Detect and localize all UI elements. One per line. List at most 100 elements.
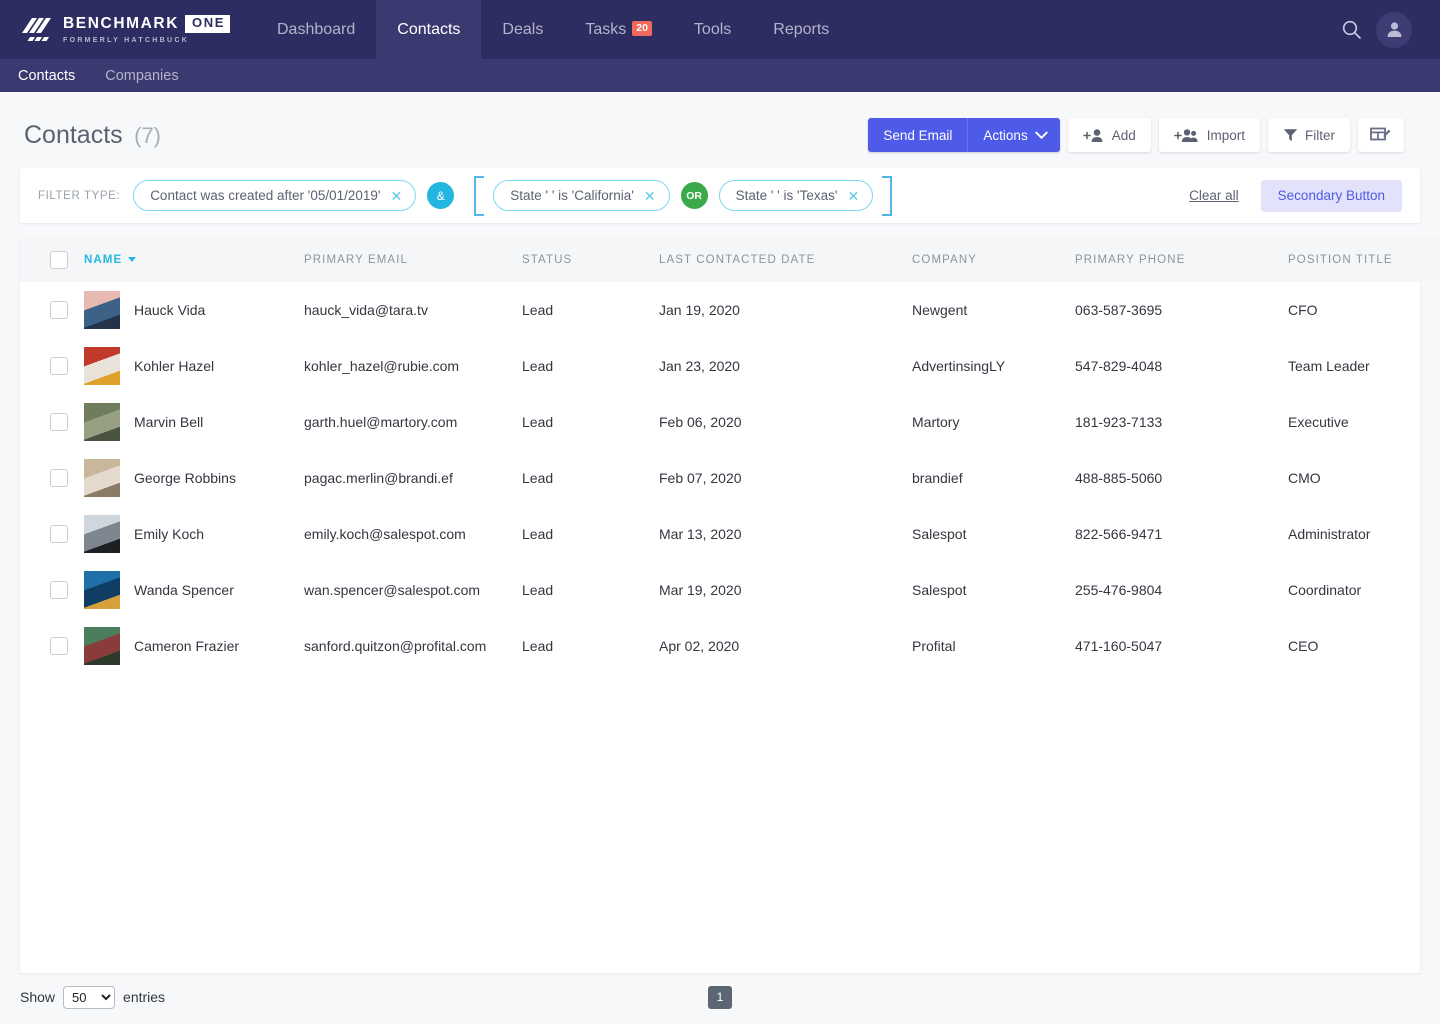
cell-primary-phone: 822-566-9471 (1075, 506, 1288, 562)
cell-status: Lead (522, 562, 659, 618)
nav-item-contacts[interactable]: Contacts (376, 0, 481, 59)
filter-chip-state-texas[interactable]: State ' ' is 'Texas' ✕ (719, 180, 874, 211)
row-checkbox[interactable] (50, 469, 68, 487)
cell-position-title: CEO (1288, 618, 1440, 674)
page-title: Contacts (24, 121, 123, 149)
filter-chip-state-california[interactable]: State ' ' is 'California' ✕ (493, 180, 669, 211)
operator-and-badge[interactable]: & (427, 182, 454, 209)
tasks-count-badge: 20 (632, 21, 652, 36)
close-icon[interactable]: ✕ (847, 189, 859, 203)
cell-primary-email: hauck_vida@tara.tv (304, 282, 522, 338)
clear-all-link[interactable]: Clear all (1189, 188, 1239, 203)
header-label: NAME (84, 254, 122, 266)
cell-company: brandief (912, 450, 1075, 506)
cell-name: Emily Koch (84, 506, 304, 562)
contact-name[interactable]: Kohler Hazel (134, 358, 214, 374)
cell-status: Lead (522, 450, 659, 506)
brand-product: ONE (185, 15, 230, 32)
row-checkbox[interactable] (50, 413, 68, 431)
send-email-button[interactable]: Send Email (868, 118, 967, 152)
contact-avatar (84, 347, 120, 385)
chip-text: Contact was created after '05/01/2019' (150, 188, 380, 203)
cell-position-title: CFO (1288, 282, 1440, 338)
table-row[interactable]: Hauck Vidahauck_vida@tara.tvLeadJan 19, … (20, 282, 1440, 338)
subnav-item-companies[interactable]: Companies (105, 68, 178, 84)
cell-position-title: Coordinator (1288, 562, 1440, 618)
nav-item-dashboard[interactable]: Dashboard (256, 0, 376, 59)
row-checkbox[interactable] (50, 581, 68, 599)
cell-status: Lead (522, 506, 659, 562)
row-checkbox[interactable] (50, 301, 68, 319)
row-select-cell (20, 338, 84, 394)
cell-primary-phone: 063-587-3695 (1075, 282, 1288, 338)
cell-primary-email: wan.spencer@salespot.com (304, 562, 522, 618)
add-contact-button[interactable]: Add (1068, 118, 1151, 152)
table-row[interactable]: Cameron Fraziersanford.quitzon@profital.… (20, 618, 1440, 674)
send-email-actions-group: Send Email Actions (868, 118, 1059, 152)
cell-position-title: CMO (1288, 450, 1440, 506)
table-row[interactable]: Kohler Hazelkohler_hazel@rubie.comLeadJa… (20, 338, 1440, 394)
import-label: Import (1207, 128, 1245, 143)
edit-columns-button[interactable] (1358, 118, 1404, 152)
contact-name[interactable]: Hauck Vida (134, 302, 205, 318)
filter-chip-created-after[interactable]: Contact was created after '05/01/2019' ✕ (133, 180, 416, 211)
contact-avatar (84, 571, 120, 609)
add-label: Add (1112, 128, 1136, 143)
table-row[interactable]: Marvin Bellgarth.huel@martory.comLeadFeb… (20, 394, 1440, 450)
secondary-button[interactable]: Secondary Button (1261, 180, 1402, 212)
table-row[interactable]: George Robbinspagac.merlin@brandi.efLead… (20, 450, 1440, 506)
subnav-item-contacts[interactable]: Contacts (18, 68, 75, 84)
account-avatar-button[interactable] (1376, 12, 1412, 48)
entries-label: entries (123, 989, 165, 1005)
nav-item-reports[interactable]: Reports (752, 0, 850, 59)
cell-name: George Robbins (84, 450, 304, 506)
nav-item-tools[interactable]: Tools (673, 0, 752, 59)
nav-item-tasks[interactable]: Tasks 20 (564, 0, 673, 59)
contact-name[interactable]: George Robbins (134, 470, 236, 486)
actions-dropdown-button[interactable]: Actions (967, 118, 1059, 152)
header-primary-phone[interactable]: PRIMARY PHONE (1075, 237, 1288, 282)
contact-name[interactable]: Cameron Frazier (134, 638, 239, 654)
cell-name: Marvin Bell (84, 394, 304, 450)
header-company[interactable]: COMPANY (912, 237, 1075, 282)
table-row[interactable]: Wanda Spencer wan.spencer@salespot.comLea… (20, 562, 1440, 618)
brand-logo[interactable]: BENCHMARK ONE FORMERLY HATCHBUCK (0, 0, 256, 59)
entries-per-page-select[interactable]: 102550100 (63, 986, 115, 1009)
header-primary-email[interactable]: PRIMARY EMAIL (304, 237, 522, 282)
contact-name[interactable]: Marvin Bell (134, 414, 203, 430)
page-button-1[interactable]: 1 (708, 986, 732, 1009)
cell-status: Lead (522, 618, 659, 674)
contact-avatar (84, 515, 120, 553)
page-header: Contacts (7) Send Email Actions Add (0, 92, 1440, 168)
cell-primary-phone: 255-476-9804 (1075, 562, 1288, 618)
select-all-checkbox[interactable] (50, 251, 68, 269)
contact-name[interactable]: Emily Koch (134, 526, 204, 542)
cell-primary-phone: 547-829-4048 (1075, 338, 1288, 394)
row-checkbox[interactable] (50, 357, 68, 375)
bracket-left-icon (474, 176, 484, 216)
primary-nav-items: Dashboard Contacts Deals Tasks 20 Tools … (256, 0, 850, 59)
nav-item-deals[interactable]: Deals (481, 0, 564, 59)
page-toolbar: Send Email Actions Add (868, 118, 1404, 152)
contact-avatar (84, 291, 120, 329)
row-checkbox[interactable] (50, 525, 68, 543)
cell-company: Salespot (912, 562, 1075, 618)
close-icon[interactable]: ✕ (644, 189, 656, 203)
filter-bar: FILTER TYPE: Contact was created after '… (20, 168, 1420, 223)
cell-last-contacted-date: Apr 02, 2020 (659, 618, 912, 674)
contact-name[interactable]: Wanda Spencer (134, 582, 234, 598)
operator-or-badge[interactable]: OR (681, 182, 708, 209)
import-contacts-button[interactable]: Import (1159, 118, 1260, 152)
cell-primary-phone: 471-160-5047 (1075, 618, 1288, 674)
filter-button[interactable]: Filter (1268, 118, 1350, 152)
table-row[interactable]: Emily Kochemily.koch@salespot.comLeadMar… (20, 506, 1440, 562)
header-last-contacted-date[interactable]: LAST CONTACTED DATE (659, 237, 912, 282)
header-name[interactable]: NAME (84, 237, 304, 282)
close-icon[interactable]: ✕ (391, 189, 403, 203)
contacts-table-card: NAME PRIMARY EMAIL STATUS LAST CONTACTED… (20, 237, 1420, 973)
header-status[interactable]: STATUS (522, 237, 659, 282)
header-position-title[interactable]: POSITION TITLE (1288, 237, 1440, 282)
cell-last-contacted-date: Feb 06, 2020 (659, 394, 912, 450)
row-checkbox[interactable] (50, 637, 68, 655)
search-button[interactable] (1341, 19, 1362, 40)
